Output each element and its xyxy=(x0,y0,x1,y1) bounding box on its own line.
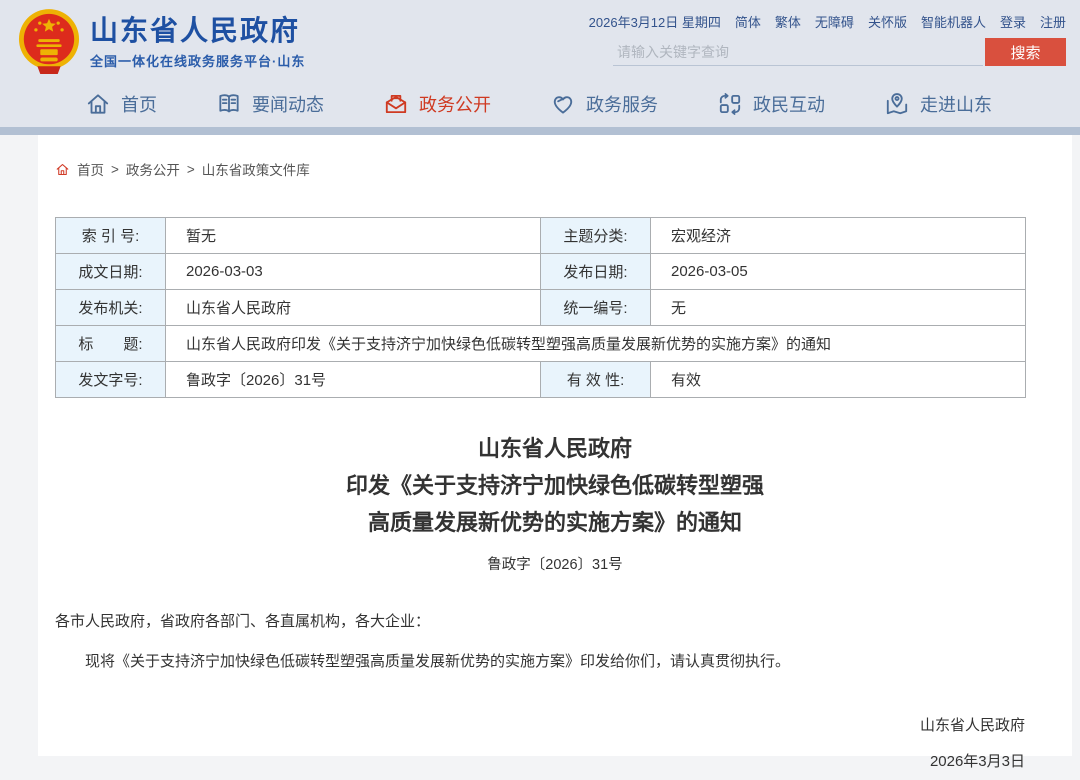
heart-icon xyxy=(550,91,576,117)
envelope-icon xyxy=(383,91,409,117)
nav-item-home[interactable]: 首页 xyxy=(85,91,157,117)
signature-org: 山东省人民政府 xyxy=(38,708,1025,744)
nav-item-services[interactable]: 政务服务 xyxy=(550,91,658,117)
publish-date-value: 2026-03-05 xyxy=(651,254,1026,290)
table-row: 成文日期: 2026-03-03 发布日期: 2026-03-05 xyxy=(56,254,1026,290)
nav-item-explore-shandong[interactable]: 走进山东 xyxy=(884,91,992,117)
table-row: 发文字号: 鲁政字〔2026〕31号 有 效 性: 有效 xyxy=(56,362,1026,398)
document-signature: 山东省人民政府 2026年3月3日 xyxy=(38,708,1025,780)
main-nav: 首页 要闻动态 政务公开 政务服务 政民互动 xyxy=(0,84,1080,127)
national-emblem-icon xyxy=(18,7,80,77)
home-icon xyxy=(85,91,111,117)
table-row: 发布机关: 山东省人民政府 统一编号: 无 xyxy=(56,290,1026,326)
table-row: 标 题: 山东省人民政府印发《关于支持济宁加快绿色低碳转型塑强高质量发展新优势的… xyxy=(56,326,1026,362)
link-care-version[interactable]: 关怀版 xyxy=(868,12,907,31)
breadcrumb-separator: > xyxy=(187,162,195,177)
link-accessibility[interactable]: 无障碍 xyxy=(815,12,854,31)
title-value: 山东省人民政府印发《关于支持济宁加快绿色低碳转型塑强高质量发展新优势的实施方案》… xyxy=(166,326,1026,362)
publish-date-label: 发布日期: xyxy=(541,254,651,290)
nav-divider-strip xyxy=(0,127,1080,135)
home-icon xyxy=(55,162,70,177)
unified-number-label: 统一编号: xyxy=(541,290,651,326)
search-input[interactable] xyxy=(613,38,983,66)
validity-value: 有效 xyxy=(651,362,1026,398)
signature-date: 2026年3月3日 xyxy=(38,744,1025,780)
search-button[interactable]: 搜索 xyxy=(985,38,1066,66)
breadcrumb-policy-library[interactable]: 山东省政策文件库 xyxy=(202,159,310,179)
map-pin-icon xyxy=(884,91,910,117)
current-date: 2026年3月12日 星期四 xyxy=(589,12,721,31)
written-date-label: 成文日期: xyxy=(56,254,166,290)
nav-label: 政务公开 xyxy=(419,91,491,117)
document-paragraph: 现将《关于支持济宁加快绿色低碳转型塑强高质量发展新优势的实施方案》印发给你们，请… xyxy=(55,650,1025,674)
nav-label: 政务服务 xyxy=(586,91,658,117)
nav-label: 走进山东 xyxy=(920,91,992,117)
site-logo[interactable]: 山东省人民政府 全国一体化在线政务服务平台·山东 xyxy=(18,7,305,77)
doc-number-label: 发文字号: xyxy=(56,362,166,398)
link-register[interactable]: 注册 xyxy=(1040,12,1066,31)
site-identity: 山东省人民政府 全国一体化在线政务服务平台·山东 xyxy=(90,15,305,70)
document-title: 山东省人民政府 印发《关于支持济宁加快绿色低碳转型塑强 高质量发展新优势的实施方… xyxy=(38,430,1072,541)
document-salutation: 各市人民政府，省政府各部门、各直属机构，各大企业： xyxy=(55,610,1025,634)
index-number-value: 暂无 xyxy=(166,218,541,254)
link-traditional[interactable]: 繁体 xyxy=(775,12,801,31)
breadcrumb-home[interactable]: 首页 xyxy=(77,159,104,179)
document-body: 各市人民政府，省政府各部门、各直属机构，各大企业： 现将《关于支持济宁加快绿色低… xyxy=(55,610,1025,674)
link-simplified[interactable]: 简体 xyxy=(735,12,761,31)
unified-number-value: 无 xyxy=(651,290,1026,326)
validity-label: 有 效 性: xyxy=(541,362,651,398)
table-row: 索 引 号: 暂无 主题分类: 宏观经济 xyxy=(56,218,1026,254)
breadcrumb-gov-affairs[interactable]: 政务公开 xyxy=(126,159,180,179)
topic-category-value: 宏观经济 xyxy=(651,218,1026,254)
nav-item-gov-affairs[interactable]: 政务公开 xyxy=(383,91,491,117)
breadcrumb-separator: > xyxy=(111,162,119,177)
breadcrumb: 首页 > 政务公开 > 山东省政策文件库 xyxy=(38,135,1072,179)
book-icon xyxy=(216,91,242,117)
document-title-line2: 印发《关于支持济宁加快绿色低碳转型塑强 xyxy=(38,467,1072,504)
nav-label: 政民互动 xyxy=(753,91,825,117)
issuing-agency-label: 发布机关: xyxy=(56,290,166,326)
document-title-line3: 高质量发展新优势的实施方案》的通知 xyxy=(38,504,1072,541)
document-number: 鲁政字〔2026〕31号 xyxy=(38,553,1072,574)
utility-bar: 2026年3月12日 星期四 简体 繁体 无障碍 关怀版 智能机器人 登录 注册 xyxy=(589,12,1066,31)
site-header: 山东省人民政府 全国一体化在线政务服务平台·山东 2026年3月12日 星期四 … xyxy=(0,0,1080,84)
title-label: 标 题: xyxy=(56,326,166,362)
topic-category-label: 主题分类: xyxy=(541,218,651,254)
site-title: 山东省人民政府 xyxy=(90,15,305,47)
chat-arrows-icon xyxy=(717,91,743,117)
nav-label: 首页 xyxy=(121,91,157,117)
nav-item-interaction[interactable]: 政民互动 xyxy=(717,91,825,117)
document-title-line1: 山东省人民政府 xyxy=(38,430,1072,467)
index-number-label: 索 引 号: xyxy=(56,218,166,254)
issuing-agency-value: 山东省人民政府 xyxy=(166,290,541,326)
doc-number-value: 鲁政字〔2026〕31号 xyxy=(166,362,541,398)
page-content: 首页 > 政务公开 > 山东省政策文件库 索 引 号: 暂无 主题分类: 宏观经… xyxy=(38,135,1072,756)
link-login[interactable]: 登录 xyxy=(1000,12,1026,31)
document-meta-table: 索 引 号: 暂无 主题分类: 宏观经济 成文日期: 2026-03-03 发布… xyxy=(55,217,1026,398)
site-subtitle: 全国一体化在线政务服务平台·山东 xyxy=(90,51,305,70)
link-smart-robot[interactable]: 智能机器人 xyxy=(921,12,986,31)
written-date-value: 2026-03-03 xyxy=(166,254,541,290)
nav-label: 要闻动态 xyxy=(252,91,324,117)
nav-item-news[interactable]: 要闻动态 xyxy=(216,91,324,117)
search-bar: 搜索 xyxy=(613,38,1066,66)
